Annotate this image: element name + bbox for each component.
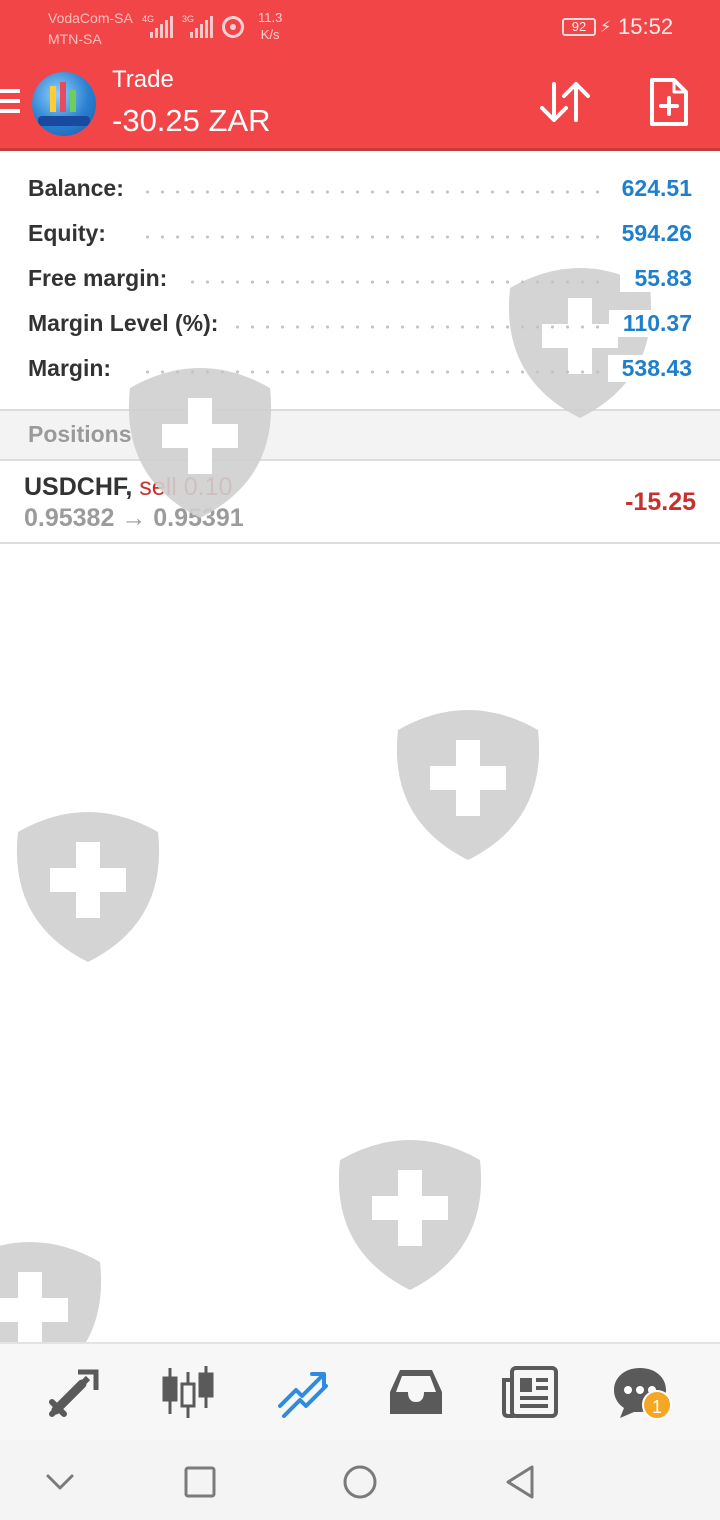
row-value: 55.83: [620, 265, 692, 292]
chart-icon[interactable]: [158, 1362, 218, 1422]
charging-icon: ⚡: [600, 19, 612, 36]
position-row[interactable]: USDCHF, sell 0.10 0.95382 → 0.95391 -15.…: [0, 461, 720, 544]
watermark-shield-icon: [16, 812, 160, 962]
home-icon[interactable]: [340, 1462, 380, 1502]
collapse-icon[interactable]: [40, 1462, 80, 1502]
balance-row: Balance: 624.51: [0, 166, 720, 211]
row-value: 538.43: [607, 355, 692, 382]
bottom-tab-bar: [0, 1342, 720, 1440]
header-divider: [0, 148, 720, 151]
position-profit: -15.25: [625, 488, 696, 516]
dot-leader: [140, 370, 610, 374]
free-margin-row: Free margin: 55.83: [0, 256, 720, 301]
row-value: 110.37: [608, 310, 692, 337]
row-value: 624.51: [607, 175, 692, 202]
row-label: Margin Level (%):: [28, 310, 233, 337]
row-label: Free margin:: [28, 265, 182, 292]
news-icon[interactable]: [500, 1362, 560, 1422]
quotes-icon[interactable]: [44, 1362, 104, 1422]
carrier-names: VodaCom-SA MTN-SA: [48, 8, 133, 50]
app-header: VodaCom-SA MTN-SA 4G 3G 11.3 K/s 92 ⚡ 15…: [0, 0, 720, 150]
row-label: Margin:: [28, 355, 126, 382]
recents-icon[interactable]: [180, 1462, 220, 1502]
trade-icon[interactable]: [272, 1362, 332, 1422]
positions-section-header: Positions: [0, 409, 720, 461]
system-nav-bar: [0, 1440, 720, 1520]
equity-row: Equity: 594.26: [0, 211, 720, 256]
positions-title: Positions: [28, 421, 132, 447]
network-speed-unit: K/s: [260, 27, 280, 42]
history-icon[interactable]: [386, 1362, 446, 1422]
row-label: Balance:: [28, 175, 138, 202]
total-profit: -30.25 ZAR: [112, 103, 271, 138]
carrier-2: MTN-SA: [48, 31, 102, 47]
position-symbol: USDCHF,: [24, 473, 133, 501]
back-icon[interactable]: [500, 1462, 540, 1502]
page-title: Trade: [112, 66, 174, 93]
battery-icon: 92: [562, 18, 596, 36]
margin-row: Margin: 538.43: [0, 346, 720, 391]
row-label: Equity:: [28, 220, 120, 247]
row-value: 594.26: [607, 220, 692, 247]
chat-badge: 1: [642, 1390, 672, 1420]
network-speed: 11.3 K/s: [258, 9, 282, 43]
position-symbol-line: USDCHF, sell 0.10: [24, 473, 232, 502]
new-order-icon[interactable]: [648, 78, 688, 126]
position-side: sell 0.10: [139, 473, 233, 501]
sort-icon[interactable]: [538, 78, 592, 126]
dot-leader: [140, 235, 610, 239]
hotspot-icon: [222, 16, 244, 38]
carrier-1: VodaCom-SA: [48, 10, 133, 26]
watermark-shield-icon: [396, 710, 540, 860]
watermark-shield-icon: [338, 1140, 482, 1290]
dot-leader: [140, 190, 610, 194]
app-logo: [32, 72, 96, 136]
account-summary: Balance: 624.51 Equity: 594.26 Free marg…: [0, 166, 720, 391]
signal-2-icon: [190, 14, 213, 38]
clock: 15:52: [618, 14, 674, 39]
position-prices: 0.95382 → 0.95391: [24, 504, 244, 532]
margin-level-row: Margin Level (%): 110.37: [0, 301, 720, 346]
dot-leader: [140, 280, 610, 284]
signal-1-icon: [150, 14, 173, 38]
menu-icon[interactable]: [0, 89, 20, 115]
network-speed-value: 11.3: [258, 10, 283, 25]
